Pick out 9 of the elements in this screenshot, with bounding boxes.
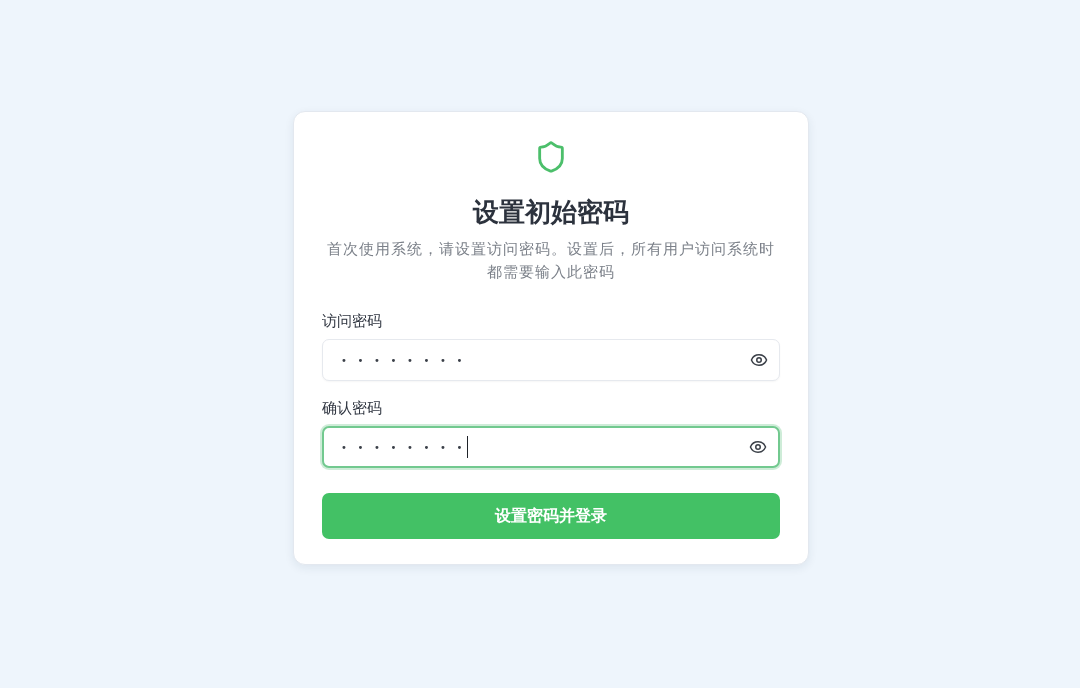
text-cursor [467, 436, 468, 458]
eye-icon [749, 438, 767, 456]
card-description: 首次使用系统，请设置访问密码。设置后，所有用户访问系统时都需要输入此密码 [326, 239, 776, 283]
field-label: 访问密码 [322, 311, 383, 332]
password-field[interactable]: •••••••• [322, 426, 780, 468]
eye-icon [750, 351, 768, 369]
card-title: 设置初始密码 [471, 196, 630, 229]
field-label: 确认密码 [322, 398, 383, 419]
password-field[interactable]: •••••••• [322, 339, 780, 381]
